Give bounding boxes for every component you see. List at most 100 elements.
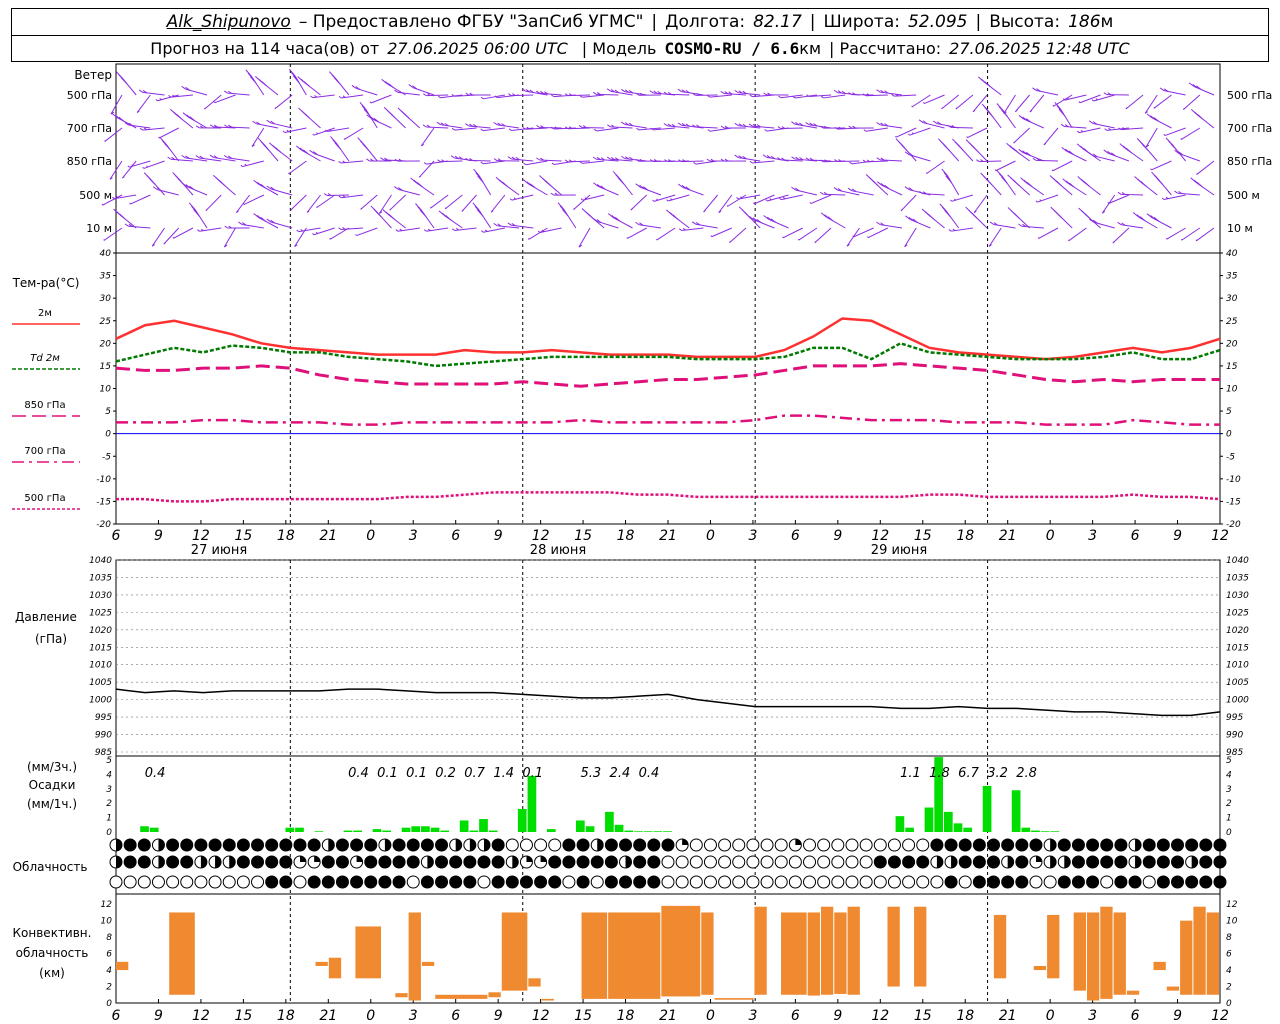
cloud-symbol: [279, 875, 293, 889]
wind-barb-shaft: [1101, 194, 1116, 214]
conv-cloud-bar: [993, 914, 1007, 979]
wind-barb: [904, 227, 917, 248]
wind-barb: [423, 93, 449, 97]
wind-barb-flag: [507, 156, 512, 160]
cloud-symbol-circle: [194, 875, 208, 889]
wind-barb-flag: [493, 158, 498, 162]
cloud-symbol: [519, 855, 533, 869]
wind-barb-flag: [849, 161, 853, 165]
hour-tick-label: 12: [532, 1008, 550, 1024]
wind-barb: [734, 122, 761, 129]
cloud-symbol-half: [200, 856, 207, 868]
wind-barb: [955, 94, 974, 110]
wind-barb: [564, 93, 591, 97]
wind-barb-shaft: [511, 194, 534, 201]
wind-barb: [338, 227, 364, 231]
wind-barb: [846, 227, 860, 247]
cloud-symbol-circle: [491, 838, 505, 852]
wind-barb-flag: [1088, 152, 1094, 157]
wind-barb-flag: [1170, 143, 1178, 151]
cloud-symbol-circle: [1015, 838, 1029, 852]
wind-barb: [1166, 227, 1186, 240]
wind-barb-flag: [847, 187, 853, 192]
wind-barb-flag: [592, 156, 597, 160]
pressure-tick-label: 990: [95, 731, 112, 741]
conv-cloud-bar: [501, 912, 528, 991]
wind-barb: [151, 227, 165, 247]
wind-barb-shaft: [356, 227, 378, 237]
wind-barb-flag: [224, 124, 228, 128]
wind-barb: [268, 142, 293, 162]
wind-barb-flag: [303, 81, 310, 87]
cloud-symbol: [562, 838, 576, 852]
hour-tick-label: 6: [791, 528, 800, 544]
cloud-symbol-circle: [859, 875, 873, 889]
wind-barb-flag: [706, 158, 711, 162]
hour-tick-label: 3: [409, 1008, 418, 1024]
precip-unit-3h: (мм/3ч.): [27, 760, 77, 774]
cloud-symbol: [817, 875, 831, 889]
cloud-symbol: [449, 855, 463, 869]
precip-bar: [905, 827, 914, 832]
wind-barb: [139, 127, 165, 131]
wind-barb-flag: [1012, 147, 1019, 154]
wind-barb: [612, 171, 633, 196]
wind-barb-flag: [559, 205, 567, 214]
wind-barb-flag: [163, 242, 166, 245]
wind-barb: [941, 94, 960, 110]
cloud-symbol: [251, 855, 265, 869]
wind-barb-shaft: [729, 227, 747, 243]
wind-barb-flag: [1150, 168, 1152, 171]
wind-level-label: 500 гПа: [67, 89, 112, 102]
temp-legend-label: 2м: [38, 308, 52, 319]
wind-barb: [495, 176, 520, 196]
cloud-symbol-circle: [746, 855, 760, 869]
cloud-symbol-circle: [647, 838, 661, 852]
wind-barb-flag: [436, 121, 441, 126]
wind-barb-flag: [1056, 212, 1063, 219]
wind-barb-flag: [617, 177, 625, 185]
hour-tick-label: 18: [617, 1008, 635, 1024]
cloud-symbol: [788, 875, 802, 889]
cloud-symbol-half: [1050, 856, 1057, 868]
wind-barb-flag: [381, 78, 388, 84]
cloud-symbol: [519, 838, 533, 852]
wind-barb-shaft: [573, 194, 591, 210]
cloud-symbol-circle: [1199, 875, 1213, 889]
cloud-symbol-circle: [406, 838, 420, 852]
cloud-symbol: [222, 875, 236, 889]
hour-tick-label: 9: [154, 1008, 163, 1024]
cloud-symbol-circle: [930, 838, 944, 852]
hour-tick-label: 21: [999, 1008, 1017, 1024]
cloud-symbol: [463, 875, 477, 889]
cloud-symbol: [293, 875, 307, 889]
conv-cloud-bar: [1166, 986, 1180, 991]
wind-barb-flag: [763, 92, 767, 96]
wind-barb-shaft: [1125, 94, 1144, 110]
wind-barb-flag: [423, 93, 427, 97]
wind-barb-flag: [691, 221, 697, 225]
wind-barb-flag: [333, 77, 341, 85]
wind-barb-flag: [380, 157, 384, 161]
cloud-symbol-circle: [604, 875, 618, 889]
cloud-symbol-circle: [887, 875, 901, 889]
wind-barb: [989, 221, 1016, 229]
cloud-symbol-circle: [335, 838, 349, 852]
wind-barb: [1062, 94, 1087, 101]
cloud-symbol-half: [1050, 839, 1057, 851]
wind-barb-flag: [862, 159, 867, 163]
wind-barb-flag: [1068, 239, 1070, 242]
cloud-symbol-circle: [1029, 838, 1043, 852]
cloud-symbol: [406, 875, 420, 889]
wind-barb: [1146, 213, 1172, 229]
wind-barb-flag: [985, 178, 993, 186]
cloud-symbol: [180, 838, 194, 852]
cloud-symbol: [1100, 855, 1114, 869]
cloud-symbol-quarter: [356, 856, 363, 862]
wind-barb-shaft: [483, 127, 505, 132]
wind-barb: [163, 227, 180, 245]
cloud-symbol-circle: [180, 838, 194, 852]
wind-barb-shaft: [1038, 227, 1059, 239]
wind-barb: [635, 221, 661, 229]
cloud-symbol-quarter: [795, 839, 802, 845]
